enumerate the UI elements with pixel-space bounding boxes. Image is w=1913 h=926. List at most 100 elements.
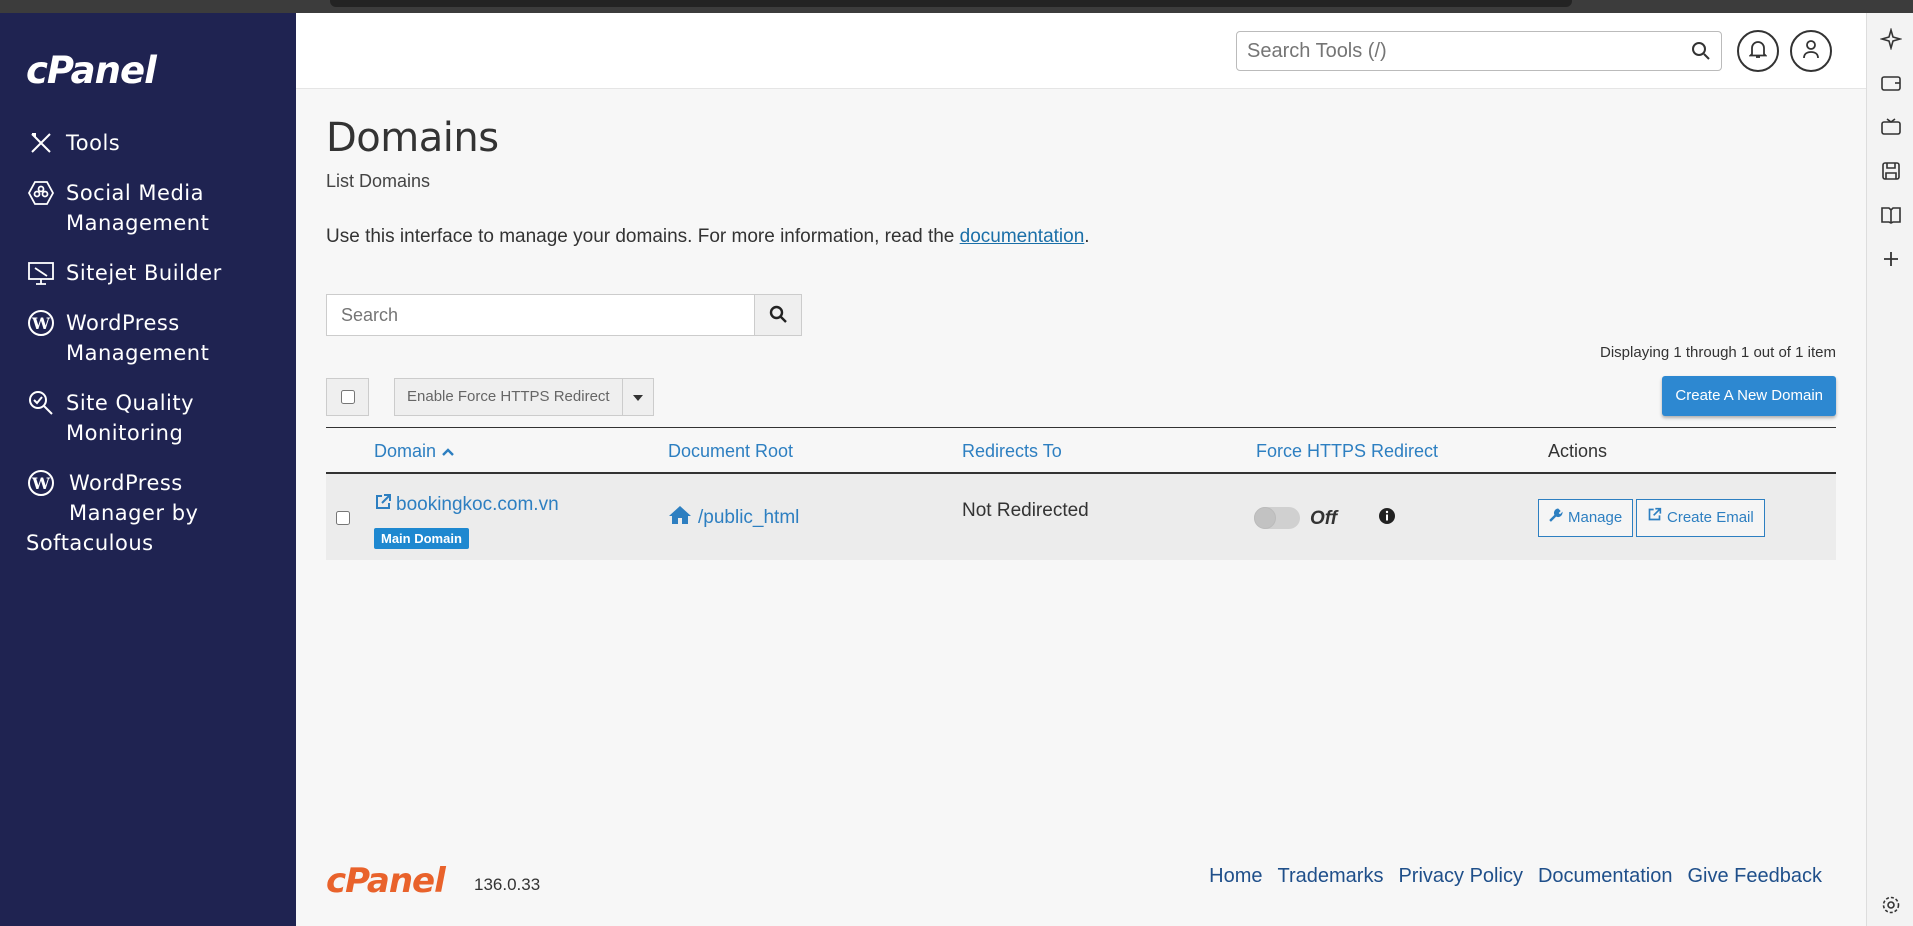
manage-label: Manage [1568,509,1623,526]
user-icon [1802,39,1820,64]
domains-table: Domain Document Root Redirects To Force … [326,427,1836,560]
row-checkbox[interactable] [336,511,350,525]
user-menu-button[interactable] [1790,30,1832,72]
browser-top-strip [0,0,1913,13]
magnifier-check-icon [26,388,56,418]
intro-text: Use this interface to manage your domain… [326,226,1090,248]
monitor-icon [26,258,56,288]
page-title: Domains [326,115,499,161]
sidebar-item-label: Site Quality [66,391,195,415]
notifications-button[interactable] [1737,30,1779,72]
footer-link-home[interactable]: Home [1209,865,1262,888]
sidebar-item-label-line2: Management [66,341,210,365]
column-actions: Actions [1548,441,1608,461]
sidebar-item-tools[interactable]: Tools [0,128,296,158]
sidebar-item-label: Tools [66,131,121,155]
reading-book-icon[interactable] [1879,203,1903,227]
save-icon[interactable] [1879,159,1903,183]
sidebar-item-sitejet[interactable]: Sitejet Builder [0,258,296,288]
bell-icon [1748,39,1768,64]
main-domain-badge: Main Domain [374,528,469,549]
info-icon[interactable] [1378,507,1396,530]
sidebar-item-label-line3: Softaculous [26,531,154,555]
top-bar [296,13,1866,89]
intro-text-end: . [1084,226,1090,247]
select-all-box[interactable] [326,378,369,416]
sidebar-item-label-line2: Monitoring [66,421,184,445]
search-icon [769,305,787,326]
create-email-button[interactable]: Create Email [1636,499,1765,537]
sidebar-item-label-line2: Management [66,211,210,235]
video-icon[interactable] [1879,115,1903,139]
external-link-icon [374,493,392,517]
external-link-icon [1647,500,1667,536]
sidebar-item-label: WordPress [69,471,183,495]
domain-search-input[interactable] [326,294,755,336]
wordpress-icon: W [26,308,56,338]
caret-down-icon [632,388,643,406]
domain-search [326,294,802,336]
document-root-path: /public_html [698,507,800,528]
footer-link-feedback[interactable]: Give Feedback [1687,865,1822,888]
column-redirects-to[interactable]: Redirects To [962,441,1062,462]
column-force-https[interactable]: Force HTTPS Redirect [1256,441,1438,462]
add-icon[interactable] [1879,247,1903,271]
svg-text:W: W [31,314,51,333]
redirect-status: Not Redirected [962,500,1089,521]
force-https-state: Off [1310,508,1338,529]
social-media-icon [26,178,56,208]
cpanel-logo[interactable]: cPanel [26,49,157,92]
table-row: bookingkoc.com.vn Main Domain /public_ht… [326,474,1836,560]
browser-side-panel [1866,13,1913,926]
sidebar-item-label: Sitejet Builder [66,261,222,285]
search-icon [1691,41,1711,66]
column-domain-label: Domain [374,441,437,461]
sidebar-item-label: WordPress [66,311,180,335]
footer-cpanel-logo: cPanel [326,861,446,901]
copilot-sparkle-icon[interactable] [1879,27,1903,51]
select-all-checkbox[interactable] [340,390,355,404]
main-content: Domains List Domains Use this interface … [296,13,1866,926]
domain-search-button[interactable] [754,294,802,336]
domain-name: bookingkoc.com.vn [396,494,559,515]
bulk-action-dropdown-toggle[interactable] [623,379,653,415]
table-header: Domain Document Root Redirects To Force … [326,428,1836,474]
sidebar-item-wordpress-management[interactable]: W WordPress Management [0,308,296,368]
column-document-root[interactable]: Document Root [668,441,793,462]
sidebar-item-site-quality[interactable]: Site Quality Monitoring [0,388,296,448]
footer-link-documentation[interactable]: Documentation [1538,865,1673,888]
sidebar-item-wordpress-manager[interactable]: W WordPress Manager by Softaculous [0,468,296,558]
sidebar-nav: Tools Social Media Management Sitejet Bui… [0,128,296,578]
sort-ascending-icon [441,441,455,461]
documentation-link[interactable]: documentation [960,226,1085,247]
force-https-toggle[interactable] [1254,507,1300,529]
bulk-action-split-button: Enable Force HTTPS Redirect [394,378,654,416]
document-root-link[interactable]: /public_html [668,505,799,531]
domain-link[interactable]: bookingkoc.com.vn [374,493,559,517]
wallet-icon[interactable] [1879,71,1903,95]
svg-text:W: W [31,474,51,493]
create-email-label: Create Email [1667,509,1754,526]
sidebar-item-label-line2: Manager by [69,501,199,525]
footer-link-trademarks[interactable]: Trademarks [1278,865,1384,888]
sidebar-item-social-media[interactable]: Social Media Management [0,178,296,238]
search-tools-box[interactable] [1236,31,1722,71]
enable-force-https-button[interactable]: Enable Force HTTPS Redirect [395,379,623,415]
search-tools-input[interactable] [1237,32,1667,70]
intro-text-body: Use this interface to manage your domain… [326,226,960,247]
home-icon [668,505,692,531]
footer-links: Home Trademarks Privacy Policy Documenta… [1194,865,1822,888]
page-subtitle: List Domains [326,171,431,191]
browser-tab-bar [330,0,1572,7]
column-domain[interactable]: Domain [374,441,455,462]
sidebar-item-label: Social Media [66,181,205,205]
tools-icon [26,128,56,158]
settings-gear-icon[interactable] [1879,893,1903,917]
create-new-domain-button[interactable]: Create A New Domain [1662,376,1836,416]
toggle-knob [1254,507,1276,529]
wrench-icon [1549,500,1568,536]
paging-info: Displaying 1 through 1 out of 1 item [1600,344,1836,361]
footer-link-privacy[interactable]: Privacy Policy [1398,865,1522,888]
version-number: 136.0.33 [474,875,541,894]
manage-button[interactable]: Manage [1538,499,1634,537]
